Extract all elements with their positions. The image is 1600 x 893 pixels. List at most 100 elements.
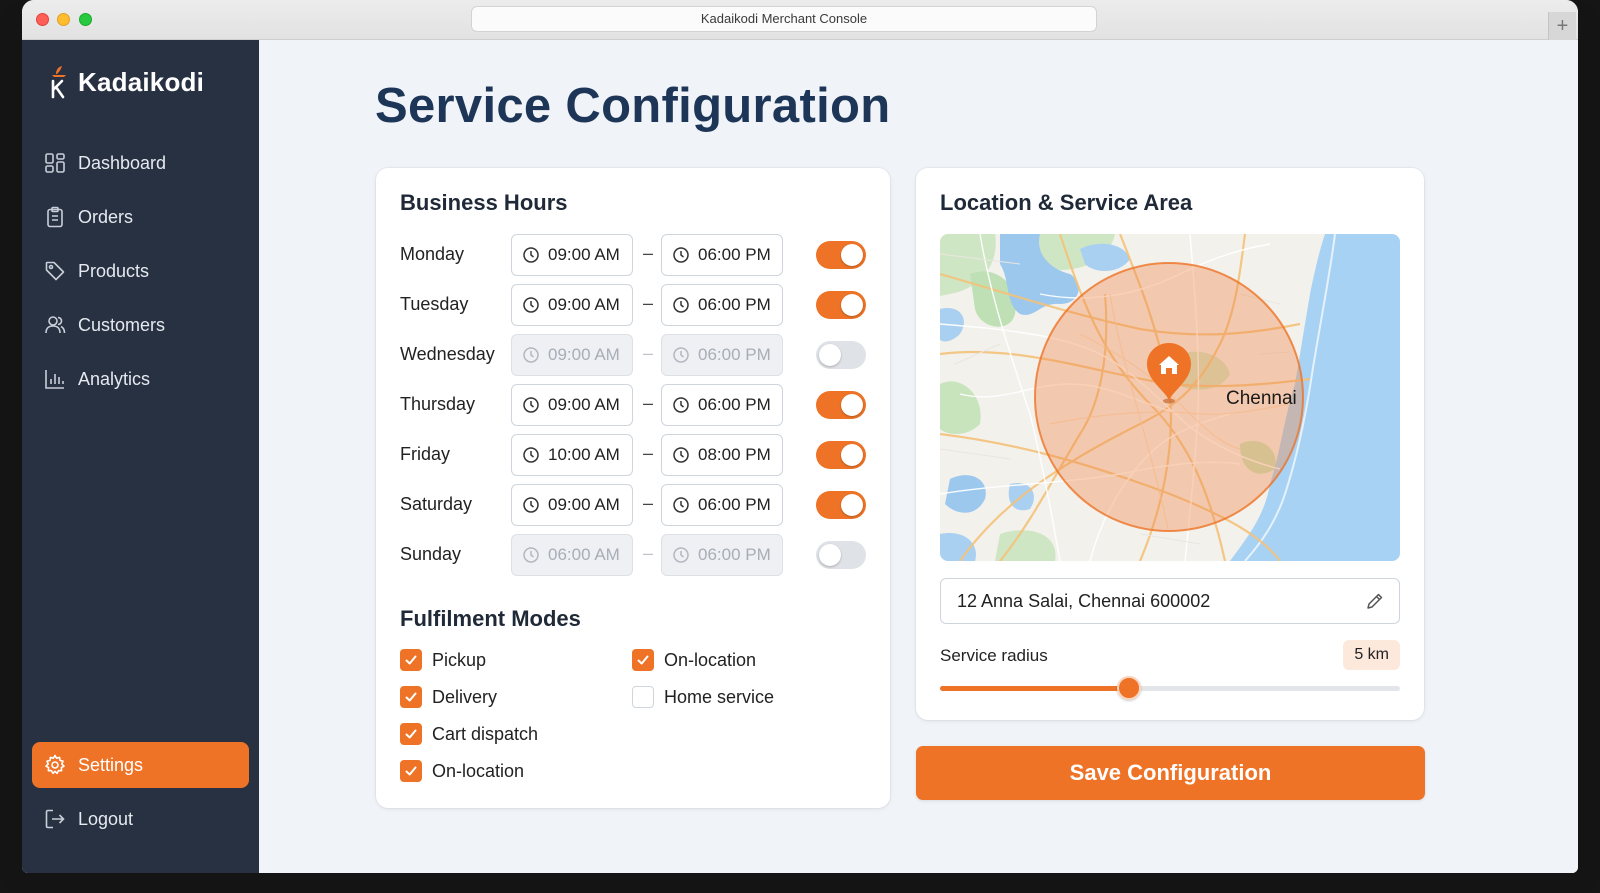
close-time-input[interactable]: 06:00 PM	[661, 234, 783, 276]
day-enabled-toggle[interactable]	[816, 241, 866, 269]
clock-icon	[522, 396, 540, 414]
fulfilment-option-cart-dispatch[interactable]: Cart dispatch	[400, 723, 538, 745]
open-time-value: 09:00 AM	[548, 345, 620, 364]
day-row-tuesday: Tuesday 09:00 AM – 06:00 PM	[400, 284, 870, 326]
day-name: Thursday	[400, 394, 476, 414]
sidebar-item-customers[interactable]: Customers	[32, 302, 249, 348]
checkbox-checked[interactable]	[400, 686, 422, 708]
day-name: Monday	[400, 244, 465, 264]
sidebar-item-settings[interactable]: Settings	[32, 742, 249, 788]
day-enabled-toggle[interactable]	[816, 441, 866, 469]
day-row-sunday: Sunday 06:00 AM – 06:00 PM	[400, 534, 870, 576]
toggle-knob	[841, 244, 863, 266]
address-field[interactable]: 12 Anna Salai, Chennai 600002	[940, 578, 1400, 624]
checkbox-checked[interactable]	[400, 649, 422, 671]
location-title: Location & Service Area	[940, 190, 1193, 215]
close-time-input[interactable]: 06:00 PM	[661, 484, 783, 526]
clock-icon	[672, 346, 690, 364]
day-enabled-toggle[interactable]	[816, 291, 866, 319]
checkbox-label: On-location	[432, 760, 525, 781]
checkbox-checked[interactable]	[400, 723, 422, 745]
open-time-input[interactable]: 09:00 AM	[511, 384, 633, 426]
clock-icon	[672, 446, 690, 464]
dashboard-icon	[44, 152, 66, 174]
checkbox-checked[interactable]	[400, 760, 422, 782]
close-time-input[interactable]: 08:00 PM	[661, 434, 783, 476]
service-radius-label: Service radius	[940, 646, 1048, 665]
fulfilment-option-on-location[interactable]: On-location	[400, 760, 524, 782]
open-time-input[interactable]: 09:00 AM	[511, 284, 633, 326]
day-enabled-toggle[interactable]	[816, 491, 866, 519]
clock-icon	[672, 496, 690, 514]
service-area-map[interactable]: Chennai	[940, 234, 1400, 561]
sidebar-item-label: Dashboard	[78, 152, 167, 173]
day-row-saturday: Saturday 09:00 AM – 06:00 PM	[400, 484, 870, 526]
sidebar-item-label: Settings	[78, 754, 144, 775]
logout-icon	[44, 808, 66, 830]
open-time-value: 09:00 AM	[548, 295, 620, 314]
checkbox-label: Home service	[664, 686, 775, 707]
sidebar-item-logout[interactable]: Logout	[32, 796, 249, 842]
close-time-input[interactable]: 06:00 PM	[661, 534, 783, 576]
address-value: 12 Anna Salai, Chennai 600002	[957, 590, 1211, 611]
clock-icon	[522, 546, 540, 564]
tag-icon	[44, 260, 66, 282]
service-radius-value: 5 km	[1343, 640, 1400, 670]
zoom-window-button[interactable]	[79, 13, 92, 26]
sidebar-item-products[interactable]: Products	[32, 248, 249, 294]
clock-icon	[672, 246, 690, 264]
sidebar-item-analytics[interactable]: Analytics	[32, 356, 249, 402]
clock-icon	[522, 296, 540, 314]
fulfilment-option-on-location-2[interactable]: On-location	[632, 649, 756, 671]
new-tab-button[interactable]: +	[1548, 12, 1576, 40]
bar-chart-icon	[44, 368, 66, 390]
checkbox-label: Cart dispatch	[432, 723, 539, 744]
open-time-value: 09:00 AM	[548, 245, 620, 264]
sidebar-item-orders[interactable]: Orders	[32, 194, 249, 240]
checkbox-unchecked[interactable]	[632, 686, 654, 708]
minimize-window-button[interactable]	[57, 13, 70, 26]
checkbox-label: Delivery	[432, 686, 498, 707]
toggle-knob	[841, 444, 863, 466]
close-time-input[interactable]: 06:00 PM	[661, 284, 783, 326]
service-radius-slider[interactable]	[940, 673, 1400, 703]
close-time-value: 06:00 PM	[698, 495, 771, 514]
sidebar-item-dashboard[interactable]: Dashboard	[32, 140, 249, 186]
open-time-input[interactable]: 09:00 AM	[511, 484, 633, 526]
day-row-thursday: Thursday 09:00 AM – 06:00 PM	[400, 384, 870, 426]
clock-icon	[672, 396, 690, 414]
fulfilment-option-pickup[interactable]: Pickup	[400, 649, 486, 671]
slider-thumb[interactable]	[1116, 676, 1141, 700]
close-time-value: 06:00 PM	[698, 395, 771, 414]
fulfilment-modes-title: Fulfilment Modes	[400, 606, 581, 631]
fulfilment-option-home-service[interactable]: Home service	[632, 686, 774, 708]
day-enabled-toggle[interactable]	[816, 541, 866, 569]
fulfilment-option-delivery[interactable]: Delivery	[400, 686, 497, 708]
open-time-input[interactable]: 06:00 AM	[511, 534, 633, 576]
day-enabled-toggle[interactable]	[816, 341, 866, 369]
checkbox-checked[interactable]	[632, 649, 654, 671]
time-separator: –	[643, 443, 654, 463]
day-name: Friday	[400, 444, 451, 464]
pencil-icon[interactable]	[1365, 591, 1385, 611]
clipboard-icon	[44, 206, 66, 228]
save-configuration-button[interactable]: Save Configuration	[916, 746, 1425, 800]
main-content: Service Configuration Business Hours Mon…	[259, 40, 1578, 873]
day-name: Sunday	[400, 544, 462, 564]
close-window-button[interactable]	[36, 13, 49, 26]
browser-window: Kadaikodi Merchant Console + Kadaikodi D…	[22, 0, 1578, 873]
gear-icon	[44, 754, 66, 776]
clock-icon	[672, 296, 690, 314]
day-enabled-toggle[interactable]	[816, 391, 866, 419]
device-frame: Kadaikodi Merchant Console + Kadaikodi D…	[0, 0, 1600, 893]
open-time-input[interactable]: 10:00 AM	[511, 434, 633, 476]
close-time-input[interactable]: 06:00 PM	[661, 384, 783, 426]
brand[interactable]: Kadaikodi	[44, 62, 204, 102]
day-row-monday: Monday 09:00 AM – 06:00 PM	[400, 234, 870, 276]
open-time-input[interactable]: 09:00 AM	[511, 334, 633, 376]
close-time-input[interactable]: 06:00 PM	[661, 334, 783, 376]
checkbox-label: On-location	[664, 649, 757, 670]
time-separator: –	[643, 393, 654, 413]
day-row-friday: Friday 10:00 AM – 08:00 PM	[400, 434, 870, 476]
open-time-input[interactable]: 09:00 AM	[511, 234, 633, 276]
